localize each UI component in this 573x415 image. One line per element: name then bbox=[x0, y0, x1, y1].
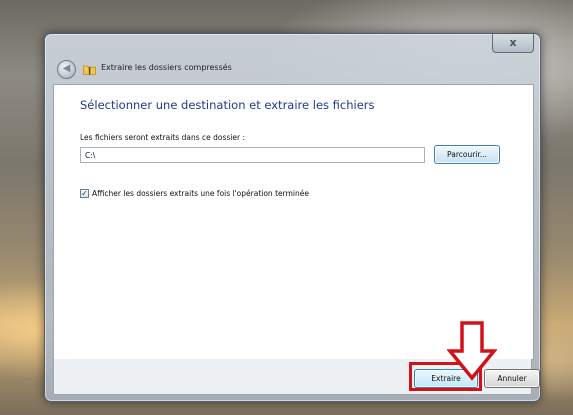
dialog-heading: Sélectionner une destination et extraire… bbox=[80, 98, 375, 112]
show-folders-label: Afficher les dossiers extraits une fois … bbox=[92, 189, 309, 198]
window-title: Extraire les dossiers compressés bbox=[101, 63, 232, 72]
dialog-content: Sélectionner une destination et extraire… bbox=[53, 84, 534, 360]
destination-label: Les fichiers seront extraits dans ce dos… bbox=[80, 133, 245, 142]
zip-folder-icon bbox=[83, 65, 96, 75]
show-folders-checkbox[interactable]: ✓ bbox=[80, 189, 89, 198]
browse-button[interactable]: Parcourir... bbox=[434, 145, 500, 164]
destination-path-input[interactable]: C:\ bbox=[80, 147, 425, 163]
down-arrow-outline-icon bbox=[447, 321, 497, 381]
back-button[interactable]: ◀ bbox=[57, 60, 76, 79]
close-button[interactable]: x bbox=[492, 34, 534, 53]
extract-dialog-window: x ◀ Extraire les dossiers compressés Sél… bbox=[44, 33, 541, 402]
